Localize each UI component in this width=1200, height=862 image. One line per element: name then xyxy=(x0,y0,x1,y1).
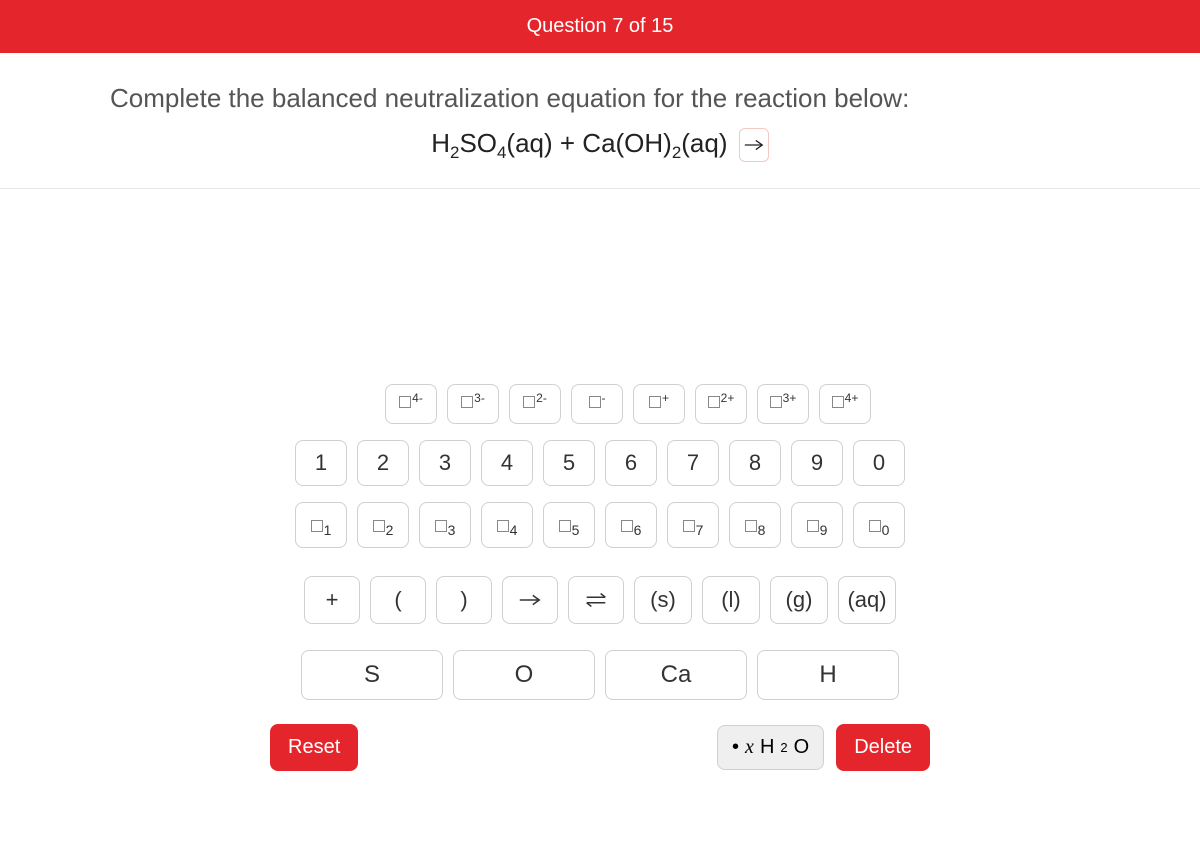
subscript-key-3[interactable]: 3 xyxy=(419,502,471,548)
question-counter: Question 7 of 15 xyxy=(527,15,674,37)
element-h-key[interactable]: H xyxy=(757,650,899,700)
reset-button[interactable]: Reset xyxy=(270,724,358,771)
rparen-key[interactable]: ) xyxy=(436,576,492,624)
subscript-key-7[interactable]: 7 xyxy=(667,502,719,548)
charge-key-3minus[interactable]: 3- xyxy=(447,384,499,424)
right-arrow-icon xyxy=(743,137,765,153)
state-s-key[interactable]: (s) xyxy=(634,576,692,624)
subscript-key-1[interactable]: 1 xyxy=(295,502,347,548)
prompt-area: Complete the balanced neutralization equ… xyxy=(0,53,1200,189)
digit-key-6[interactable]: 6 xyxy=(605,440,657,486)
prompt-text: Complete the balanced neutralization equ… xyxy=(100,83,1100,114)
digit-key-8[interactable]: 8 xyxy=(729,440,781,486)
element-s-key[interactable]: S xyxy=(301,650,443,700)
answer-cursor-box[interactable] xyxy=(739,128,769,162)
subscript-key-8[interactable]: 8 xyxy=(729,502,781,548)
hydrate-key[interactable]: • x H2O xyxy=(717,725,824,770)
keypad: 4-3-2--+2+3+4+ 1234567890 1234567890 + (… xyxy=(0,189,1200,771)
digit-key-5[interactable]: 5 xyxy=(543,440,595,486)
action-row: Reset • x H2O Delete xyxy=(270,724,930,771)
digit-key-1[interactable]: 1 xyxy=(295,440,347,486)
state-aq-key[interactable]: (aq) xyxy=(838,576,896,624)
right-arrow-icon xyxy=(517,593,543,607)
charge-key-minus[interactable]: - xyxy=(571,384,623,424)
question-header: Question 7 of 15 xyxy=(0,0,1200,53)
charge-key-3plus[interactable]: 3+ xyxy=(757,384,809,424)
equation-reactants: H2SO4(aq) + Ca(OH)2(aq) xyxy=(431,128,727,158)
operator-row: + ( ) (s) (l) (g) (aq) xyxy=(304,576,896,624)
digit-key-7[interactable]: 7 xyxy=(667,440,719,486)
plus-key[interactable]: + xyxy=(304,576,360,624)
delete-button[interactable]: Delete xyxy=(836,724,930,771)
equilibrium-icon xyxy=(583,592,609,608)
subscript-key-2[interactable]: 2 xyxy=(357,502,409,548)
charge-key-plus[interactable]: + xyxy=(633,384,685,424)
lparen-key[interactable]: ( xyxy=(370,576,426,624)
equilibrium-arrow-key[interactable] xyxy=(568,576,624,624)
subscript-key-4[interactable]: 4 xyxy=(481,502,533,548)
digit-key-3[interactable]: 3 xyxy=(419,440,471,486)
state-g-key[interactable]: (g) xyxy=(770,576,828,624)
charge-row: 4-3-2--+2+3+4+ xyxy=(385,384,871,424)
digit-key-9[interactable]: 9 xyxy=(791,440,843,486)
subscript-key-6[interactable]: 6 xyxy=(605,502,657,548)
element-row: S O Ca H xyxy=(301,650,899,700)
charge-key-2minus[interactable]: 2- xyxy=(509,384,561,424)
digit-key-2[interactable]: 2 xyxy=(357,440,409,486)
subscript-row: 1234567890 xyxy=(295,502,905,548)
charge-key-4plus[interactable]: 4+ xyxy=(819,384,871,424)
digit-row: 1234567890 xyxy=(295,440,905,486)
digit-key-0[interactable]: 0 xyxy=(853,440,905,486)
subscript-key-9[interactable]: 9 xyxy=(791,502,843,548)
state-l-key[interactable]: (l) xyxy=(702,576,760,624)
digit-key-4[interactable]: 4 xyxy=(481,440,533,486)
equation-line: H2SO4(aq) + Ca(OH)2(aq) xyxy=(100,128,1100,163)
subscript-key-5[interactable]: 5 xyxy=(543,502,595,548)
forward-arrow-key[interactable] xyxy=(502,576,558,624)
charge-key-4minus[interactable]: 4- xyxy=(385,384,437,424)
charge-key-2plus[interactable]: 2+ xyxy=(695,384,747,424)
subscript-key-0[interactable]: 0 xyxy=(853,502,905,548)
element-o-key[interactable]: O xyxy=(453,650,595,700)
element-ca-key[interactable]: Ca xyxy=(605,650,747,700)
